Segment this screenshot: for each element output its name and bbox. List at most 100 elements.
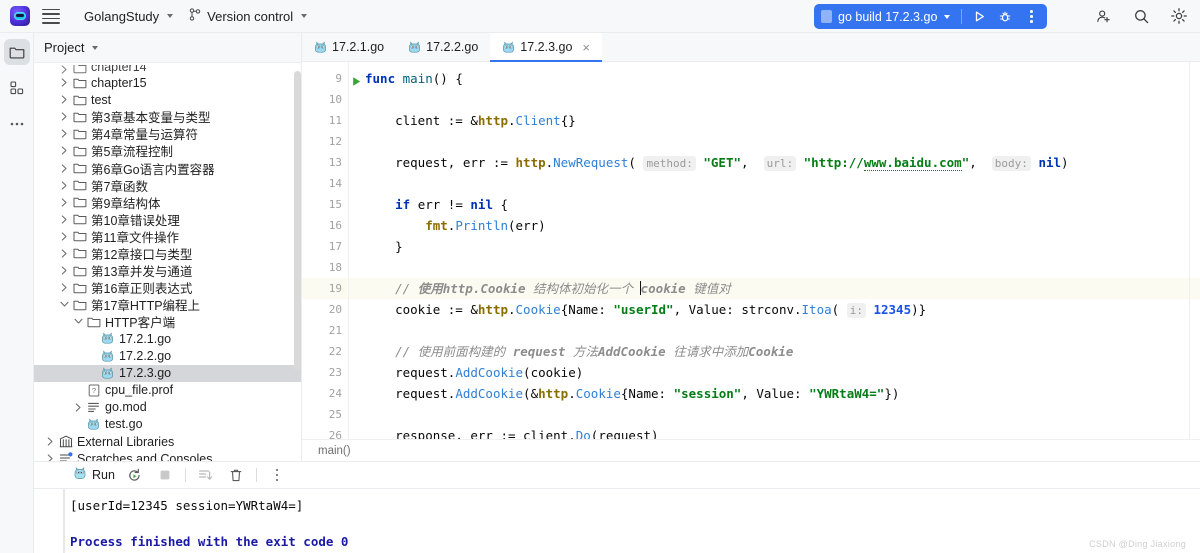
line-number-gutter[interactable]: 910111213141516171819202122232425262728 [302, 62, 368, 439]
tree-item[interactable]: 第10章错误处理 [34, 211, 301, 228]
rail-structure-button[interactable] [4, 75, 30, 101]
project-tree[interactable]: chapter14 chapter15 test 第3章基本变量与类型 第4章常量与运算… [34, 63, 301, 461]
gutter-line[interactable]: 19 [302, 278, 368, 299]
clear-all-button[interactable] [226, 465, 246, 485]
run-options-button[interactable] [267, 465, 287, 485]
chevron-right-icon[interactable] [58, 181, 71, 190]
gutter-line[interactable]: 20 [302, 299, 348, 320]
project-selector[interactable]: GolangStudy [76, 4, 181, 28]
tree-item[interactable]: chapter15 [34, 74, 301, 91]
chevron-right-icon[interactable] [58, 78, 71, 87]
chevron-right-icon[interactable] [58, 232, 71, 241]
folder-icon [85, 316, 102, 328]
gutter-line[interactable]: 13 [302, 152, 348, 173]
chevron-right-icon[interactable] [58, 163, 71, 173]
gutter-line[interactable]: 23 [302, 362, 348, 383]
editor-tab[interactable]: 17.2.2.go [396, 33, 490, 61]
tree-item[interactable]: 第5章流程控制 [34, 142, 301, 159]
gutter-line[interactable]: 14 [302, 173, 348, 194]
add-account-button[interactable] [1092, 5, 1114, 27]
chevron-right-icon[interactable] [44, 437, 57, 446]
editor-tab-active[interactable]: 17.2.3.go × [490, 33, 603, 62]
chevron-right-icon[interactable] [58, 129, 71, 138]
tree-item[interactable]: 17.2.2.go [34, 348, 301, 365]
rerun-button[interactable] [125, 465, 145, 485]
tree-item-label: go.mod [105, 400, 147, 415]
scroll-to-end-icon [199, 470, 213, 480]
tree-item[interactable]: ? cpu_file.prof [34, 382, 301, 399]
sidebar-scrollbar[interactable] [294, 71, 301, 371]
chevron-right-icon[interactable] [58, 198, 71, 207]
tree-item[interactable]: 第3章基本变量与类型 [34, 108, 301, 125]
code-line-9: func main() { [365, 71, 463, 86]
gutter-line[interactable]: 10 [302, 89, 348, 110]
settings-button[interactable] [1168, 5, 1190, 27]
tree-item[interactable]: 第6章Go语言内置容器 [34, 159, 301, 177]
tree-item[interactable]: 第7章函数 [34, 177, 301, 194]
tree-item[interactable]: 第11章文件操作 [34, 228, 301, 245]
chevron-right-icon[interactable] [44, 454, 57, 461]
close-icon[interactable]: × [582, 41, 590, 54]
chevron-down-icon[interactable] [72, 318, 85, 325]
chevron-right-icon[interactable] [58, 95, 71, 104]
tree-item[interactable]: 第4章常量与运算符 [34, 125, 301, 142]
gutter-line[interactable]: 21 [302, 320, 348, 341]
gutter-line[interactable]: 12 [302, 131, 348, 152]
breadcrumb[interactable]: main() [302, 439, 1200, 461]
search-button[interactable] [1130, 5, 1152, 27]
gutter-line[interactable]: 18 [302, 257, 348, 278]
tree-item[interactable]: Scratches and Consoles [34, 450, 301, 461]
tree-item[interactable]: 17.2.1.go [34, 330, 301, 347]
tree-item[interactable]: chapter14 [34, 65, 301, 74]
run-button[interactable] [967, 6, 991, 27]
scroll-to-end-button[interactable] [196, 465, 216, 485]
chevron-right-icon[interactable] [58, 146, 71, 155]
tree-item-selected[interactable]: 17.2.3.go [34, 364, 301, 382]
chevron-right-icon[interactable] [58, 266, 71, 275]
gutter-line[interactable]: 22 [302, 341, 348, 362]
tree-item[interactable]: 第16章正则表达式 [34, 279, 301, 296]
rail-more-button[interactable] [4, 111, 30, 137]
gutter-line[interactable]: 9 [302, 68, 361, 89]
tree-item[interactable]: go.mod [34, 399, 301, 416]
gutter-line[interactable]: 15 [302, 194, 348, 215]
editor-tab[interactable]: 17.2.1.go [302, 33, 396, 61]
rail-project-button[interactable] [3, 39, 30, 65]
gutter-line[interactable]: 26 [302, 425, 348, 439]
gutter-line[interactable]: 25 [302, 404, 348, 425]
hamburger-icon[interactable] [40, 5, 62, 27]
gutter-line[interactable]: 11 [302, 110, 348, 131]
chevron-right-icon[interactable] [58, 215, 71, 224]
chevron-right-icon[interactable] [58, 283, 71, 292]
folder-icon [71, 265, 88, 277]
tree-item[interactable]: test [34, 91, 301, 108]
code-content[interactable]: func main() { client := &http.Client{} r… [348, 62, 1200, 439]
tree-item[interactable]: 第13章并发与通道 [34, 262, 301, 279]
chevron-right-icon[interactable] [58, 249, 71, 258]
debug-icon [1000, 11, 1011, 21]
gutter-line[interactable]: 16 [302, 215, 348, 236]
tree-item[interactable]: HTTP客户端 [34, 313, 301, 330]
tree-item[interactable]: test.go [34, 416, 301, 433]
chevron-right-icon[interactable] [58, 112, 71, 121]
project-panel-header[interactable]: Project [34, 33, 301, 63]
run-more-button[interactable] [1019, 6, 1043, 27]
tree-item[interactable]: 第17章HTTP编程上 [34, 296, 301, 313]
tree-item[interactable]: 第9章结构体 [34, 194, 301, 211]
console-output[interactable]: [userId=12345 session=YWRtaW4=] Process … [34, 489, 1200, 553]
version-control-menu[interactable]: Version control [181, 4, 315, 28]
chevron-right-icon[interactable] [58, 65, 71, 74]
chevron-right-icon[interactable] [72, 403, 85, 412]
run-tab[interactable]: Run [74, 467, 115, 483]
gutter-line[interactable]: 24 [302, 383, 348, 404]
chevron-down-icon[interactable] [58, 301, 71, 308]
stop-icon [160, 470, 170, 480]
run-configuration-selector[interactable]: go build 17.2.3.go [821, 10, 956, 24]
toolbar-right-icons [1092, 5, 1190, 27]
tree-item[interactable]: External Libraries [34, 433, 301, 450]
tree-item[interactable]: 第12章接口与类型 [34, 245, 301, 262]
debug-button[interactable] [993, 6, 1017, 27]
stop-button[interactable] [155, 465, 175, 485]
gutter-line[interactable]: 17 [302, 236, 348, 257]
